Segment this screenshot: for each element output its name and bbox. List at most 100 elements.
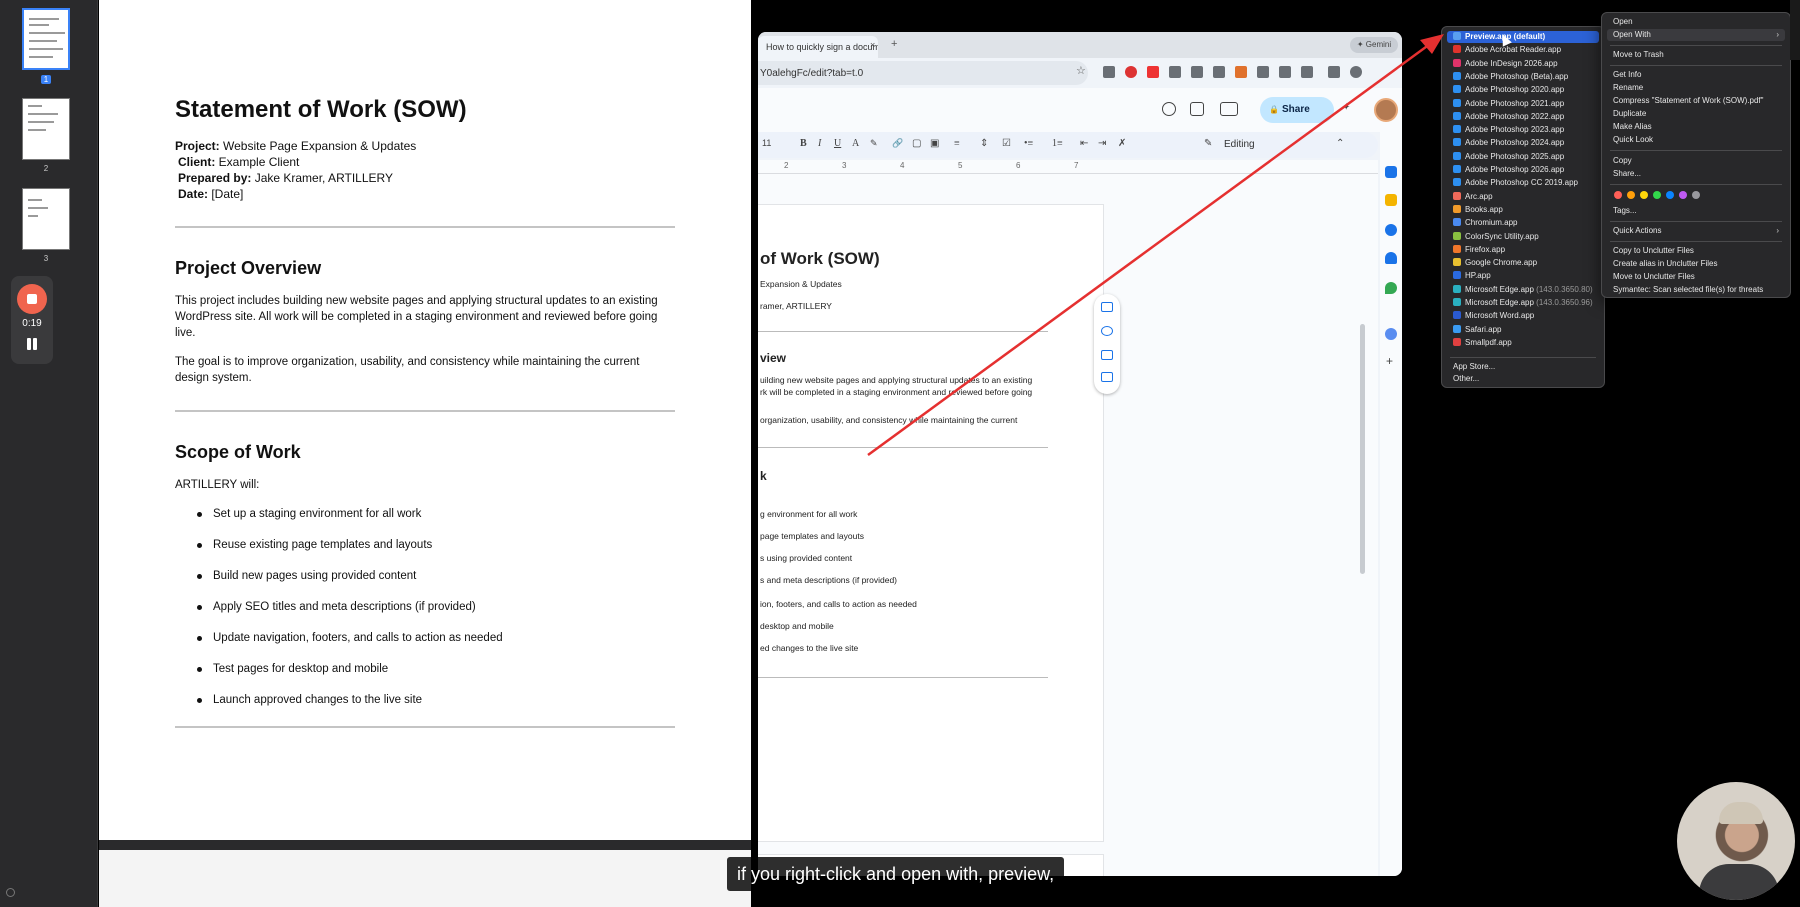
open-with-item[interactable]: Preview.app (default): [1447, 31, 1599, 43]
open-with-item[interactable]: Adobe Photoshop 2025.app: [1447, 151, 1599, 163]
indent-icon[interactable]: ⇤: [1080, 138, 1088, 149]
contacts-icon[interactable]: [1385, 252, 1397, 264]
menu-item-quick-actions[interactable]: Quick Actions ›: [1607, 225, 1785, 237]
emoji-icon[interactable]: [1101, 326, 1113, 336]
numbered-list-icon[interactable]: 1≡: [1052, 138, 1063, 149]
open-with-item[interactable]: Adobe Photoshop 2023.app: [1447, 124, 1599, 136]
open-with-item[interactable]: Arc.app: [1447, 191, 1599, 203]
tab-close-icon[interactable]: ×: [870, 40, 875, 50]
text-color-button[interactable]: A: [852, 138, 859, 149]
open-with-item[interactable]: Adobe InDesign 2026.app: [1447, 58, 1599, 70]
tag-color-dot[interactable]: [1666, 191, 1674, 199]
open-with-item[interactable]: HP.app: [1447, 270, 1599, 282]
bold-button[interactable]: B: [800, 138, 807, 149]
open-with-item[interactable]: Adobe Photoshop (Beta).app: [1447, 71, 1599, 83]
gemini-button[interactable]: ✦ Gemini: [1350, 37, 1398, 53]
open-with-item[interactable]: Chromium.app: [1447, 217, 1599, 229]
url-field[interactable]: Y0alehgFc/edit?tab=t.0: [758, 61, 1088, 85]
tasks-icon[interactable]: [1385, 224, 1397, 236]
align-icon[interactable]: ≡: [954, 138, 960, 149]
tag-color-dot[interactable]: [1653, 191, 1661, 199]
extension-icon[interactable]: [1169, 66, 1181, 78]
highlight-icon[interactable]: ✎: [870, 138, 878, 149]
open-with-item[interactable]: Adobe Photoshop 2022.app: [1447, 111, 1599, 123]
underline-button[interactable]: U: [834, 138, 841, 149]
comments-icon[interactable]: [1190, 102, 1204, 116]
page-thumbnail-2[interactable]: [22, 98, 70, 160]
open-with-item[interactable]: Adobe Photoshop CC 2019.app: [1447, 177, 1599, 189]
menu-item-rename[interactable]: Rename: [1607, 82, 1785, 94]
extension-icon[interactable]: [1125, 66, 1137, 78]
menu-item-move-to-unclutter[interactable]: Move to Unclutter Files: [1607, 271, 1785, 283]
comment-add-icon[interactable]: ▢: [912, 138, 921, 149]
menu-item-other[interactable]: Other...: [1447, 373, 1599, 385]
chevron-up-icon[interactable]: ⌃: [1336, 138, 1344, 149]
open-with-item[interactable]: ColorSync Utility.app: [1447, 231, 1599, 243]
page-thumbnail-3[interactable]: [22, 188, 70, 250]
open-with-item[interactable]: Adobe Photoshop 2024.app: [1447, 137, 1599, 149]
meet-icon[interactable]: [1220, 102, 1238, 116]
open-with-item[interactable]: Books.app: [1447, 204, 1599, 216]
italic-button[interactable]: I: [818, 138, 821, 149]
menu-item-duplicate[interactable]: Duplicate: [1607, 108, 1785, 120]
scrollbar[interactable]: [1360, 324, 1365, 574]
open-with-item[interactable]: Safari.app: [1447, 324, 1599, 336]
open-with-item[interactable]: Google Chrome.app: [1447, 257, 1599, 269]
share-button[interactable]: Share: [1260, 97, 1334, 123]
menu-item-create-alias-unclutter[interactable]: Create alias in Unclutter Files: [1607, 258, 1785, 270]
open-with-item[interactable]: Microsoft Edge.app (143.0.3650.80): [1447, 284, 1599, 296]
bullet-list-icon[interactable]: •≡: [1024, 138, 1033, 149]
settings-icon[interactable]: [1385, 328, 1397, 340]
menu-item-open[interactable]: Open: [1607, 16, 1785, 28]
add-comment-icon[interactable]: [1101, 302, 1113, 312]
extension-icon[interactable]: [1257, 66, 1269, 78]
extension-icon[interactable]: [1147, 66, 1159, 78]
download-icon[interactable]: [1328, 66, 1340, 78]
keep-icon[interactable]: [1385, 194, 1397, 206]
history-icon[interactable]: [1162, 102, 1176, 116]
maps-icon[interactable]: [1385, 282, 1397, 294]
image-icon[interactable]: ▣: [930, 138, 939, 149]
open-with-item[interactable]: Microsoft Word.app: [1447, 310, 1599, 322]
pause-icon[interactable]: [26, 338, 38, 350]
open-with-item[interactable]: Adobe Acrobat Reader.app: [1447, 44, 1599, 56]
menu-item-symantec-scan[interactable]: Symantec: Scan selected file(s) for thre…: [1607, 284, 1785, 296]
menu-item-make-alias[interactable]: Make Alias: [1607, 121, 1785, 133]
browser-tab[interactable]: How to quickly sign a docum: [758, 36, 878, 58]
clear-format-icon[interactable]: ✗: [1118, 138, 1126, 149]
open-with-item[interactable]: Adobe Photoshop 2020.app: [1447, 84, 1599, 96]
gemini-sparkle-icon[interactable]: ✦: [1342, 102, 1350, 113]
menu-item-copy-to-unclutter[interactable]: Copy to Unclutter Files: [1607, 245, 1785, 257]
menu-item-app-store[interactable]: App Store...: [1447, 361, 1599, 373]
gdoc-page[interactable]: of Work (SOW) Expansion & Updates ramer,…: [758, 204, 1104, 842]
menu-item-quick-look[interactable]: Quick Look: [1607, 134, 1785, 146]
menu-item-move-to-trash[interactable]: Move to Trash: [1607, 49, 1785, 61]
font-size-field[interactable]: 11: [762, 138, 771, 148]
extension-icon[interactable]: [1301, 66, 1313, 78]
profile-icon[interactable]: [1350, 66, 1362, 78]
menu-item-compress[interactable]: Compress "Statement of Work (SOW).pdf": [1607, 95, 1785, 107]
tag-color-dot[interactable]: [1614, 191, 1622, 199]
menu-item-tags[interactable]: Tags...: [1607, 205, 1785, 217]
extension-icon[interactable]: [1279, 66, 1291, 78]
extension-icon[interactable]: [1103, 66, 1115, 78]
bookmark-star-icon[interactable]: ☆: [1076, 64, 1088, 77]
menu-item-open-with[interactable]: Open With ›: [1607, 29, 1785, 41]
tag-color-dot[interactable]: [1627, 191, 1635, 199]
open-with-item[interactable]: Adobe Photoshop 2026.app: [1447, 164, 1599, 176]
menu-item-share[interactable]: Share...: [1607, 168, 1785, 180]
outdent-icon[interactable]: ⇥: [1098, 138, 1106, 149]
tag-color-dot[interactable]: [1679, 191, 1687, 199]
calendar-icon[interactable]: [1385, 166, 1397, 178]
editing-mode-selector[interactable]: Editing: [1224, 139, 1255, 150]
menu-item-get-info[interactable]: Get Info: [1607, 69, 1785, 81]
line-spacing-icon[interactable]: ⇕: [980, 138, 988, 149]
stop-recording-button[interactable]: [17, 284, 47, 314]
extension-icon[interactable]: [1191, 66, 1203, 78]
extension-icon[interactable]: [1213, 66, 1225, 78]
new-tab-button[interactable]: +: [891, 38, 897, 50]
link-icon[interactable]: 🔗: [892, 138, 903, 149]
open-with-item[interactable]: Firefox.app: [1447, 244, 1599, 256]
docs-canvas[interactable]: of Work (SOW) Expansion & Updates ramer,…: [758, 174, 1378, 876]
open-with-item[interactable]: Microsoft Edge.app (143.0.3650.96): [1447, 297, 1599, 309]
